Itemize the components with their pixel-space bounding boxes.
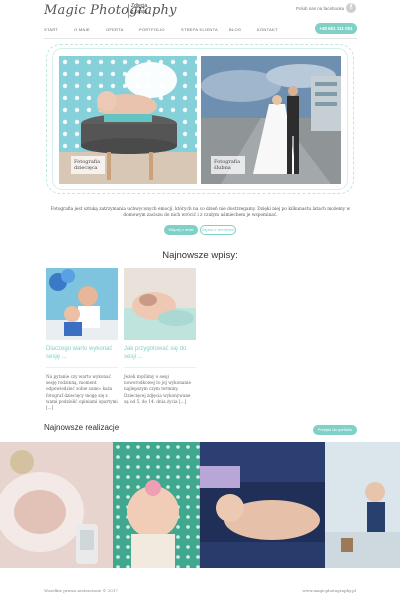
nav-item-kontakt[interactable]: KONTAKT	[257, 27, 278, 32]
facebook-link[interactable]: Polub nas na facebooku	[296, 6, 344, 11]
gallery-item[interactable]	[325, 442, 400, 568]
portfolio-button[interactable]: Przejdź do portfolio	[313, 425, 357, 435]
nav-item-strefa-klienta[interactable]: STREFA KLIENTA	[181, 27, 218, 32]
logo-divider	[128, 4, 129, 18]
post-excerpt: Na pytanie czy warto wykonać sesję rodzi…	[46, 374, 118, 411]
nav-item-o-mnie[interactable]: O MNIE	[74, 27, 90, 32]
phone-button[interactable]: +48 601 111 001	[315, 23, 357, 34]
gallery-item-2-illustration	[113, 442, 200, 568]
hero-child-photo[interactable]: Fotografia dziecięca	[59, 56, 197, 184]
post-1-illustration	[46, 268, 118, 340]
gallery-item[interactable]	[0, 442, 113, 568]
blog-post[interactable]: Dlaczego warto wykonać sesję ... Na pyta…	[46, 268, 118, 411]
post-thumbnail[interactable]	[46, 268, 118, 340]
post-title[interactable]: Jak przygotować się do sesji ...	[124, 346, 196, 361]
tagline: Zdjęcia z pasją	[131, 3, 147, 15]
post-2-illustration	[124, 268, 196, 340]
post-excerpt: Jeżeli myślimy o sesji noworodkowej to j…	[124, 374, 191, 404]
more-about-me-button[interactable]: Więcej o mnie	[164, 225, 198, 235]
gallery-item-3-illustration	[200, 442, 325, 568]
post-divider	[46, 367, 118, 368]
footer-copyright: Wszelkie prawa zastrzeżone © 2017	[44, 588, 118, 593]
footer-website[interactable]: www.magicphotography.pl	[302, 588, 356, 593]
hero-left-caption: Fotografia dziecięca	[71, 156, 105, 174]
portfolio-gallery	[0, 442, 400, 568]
post-divider	[124, 367, 196, 368]
facebook-icon[interactable]: f	[346, 3, 356, 13]
gallery-item[interactable]	[113, 442, 200, 568]
post-thumbnail[interactable]	[124, 268, 196, 340]
hero-right-caption: Fotografia ślubna	[211, 156, 245, 174]
nav-item-portfolio[interactable]: PORTFOLIO	[139, 27, 165, 32]
intro-text: Fotografia jest sztuką zatrzymania uchwy…	[50, 207, 351, 219]
gallery-item-1-illustration	[0, 442, 113, 568]
tagline-line-2: z pasją	[131, 9, 147, 15]
nav-item-blog[interactable]: BLOG	[229, 27, 241, 32]
nav-divider	[44, 38, 357, 39]
posts-heading: Najnowsze wpisy:	[162, 250, 238, 261]
right-caption-line-2: ślubna	[214, 165, 231, 171]
gallery-item-4-illustration	[325, 442, 400, 568]
nav-item-start[interactable]: START	[44, 27, 58, 32]
works-heading: Najnowsze realizacje	[44, 423, 120, 432]
hero-wedding-photo[interactable]: Fotografia ślubna	[201, 56, 341, 184]
post-title[interactable]: Dlaczego warto wykonać sesję ...	[46, 346, 118, 361]
booking-button[interactable]: Zapisz z terminem	[200, 225, 236, 235]
nav-item-oferta[interactable]: OFERTA	[106, 27, 124, 32]
hero-banner: Fotografia dziecięca Fotografia ślubna	[46, 44, 354, 194]
blog-post[interactable]: Jak przygotować się do sesji ... Jeżeli …	[124, 268, 196, 405]
gallery-item[interactable]	[200, 442, 325, 568]
site-logo[interactable]: Magic Photography	[44, 3, 177, 18]
left-caption-line-2: dziecięca	[74, 165, 98, 171]
